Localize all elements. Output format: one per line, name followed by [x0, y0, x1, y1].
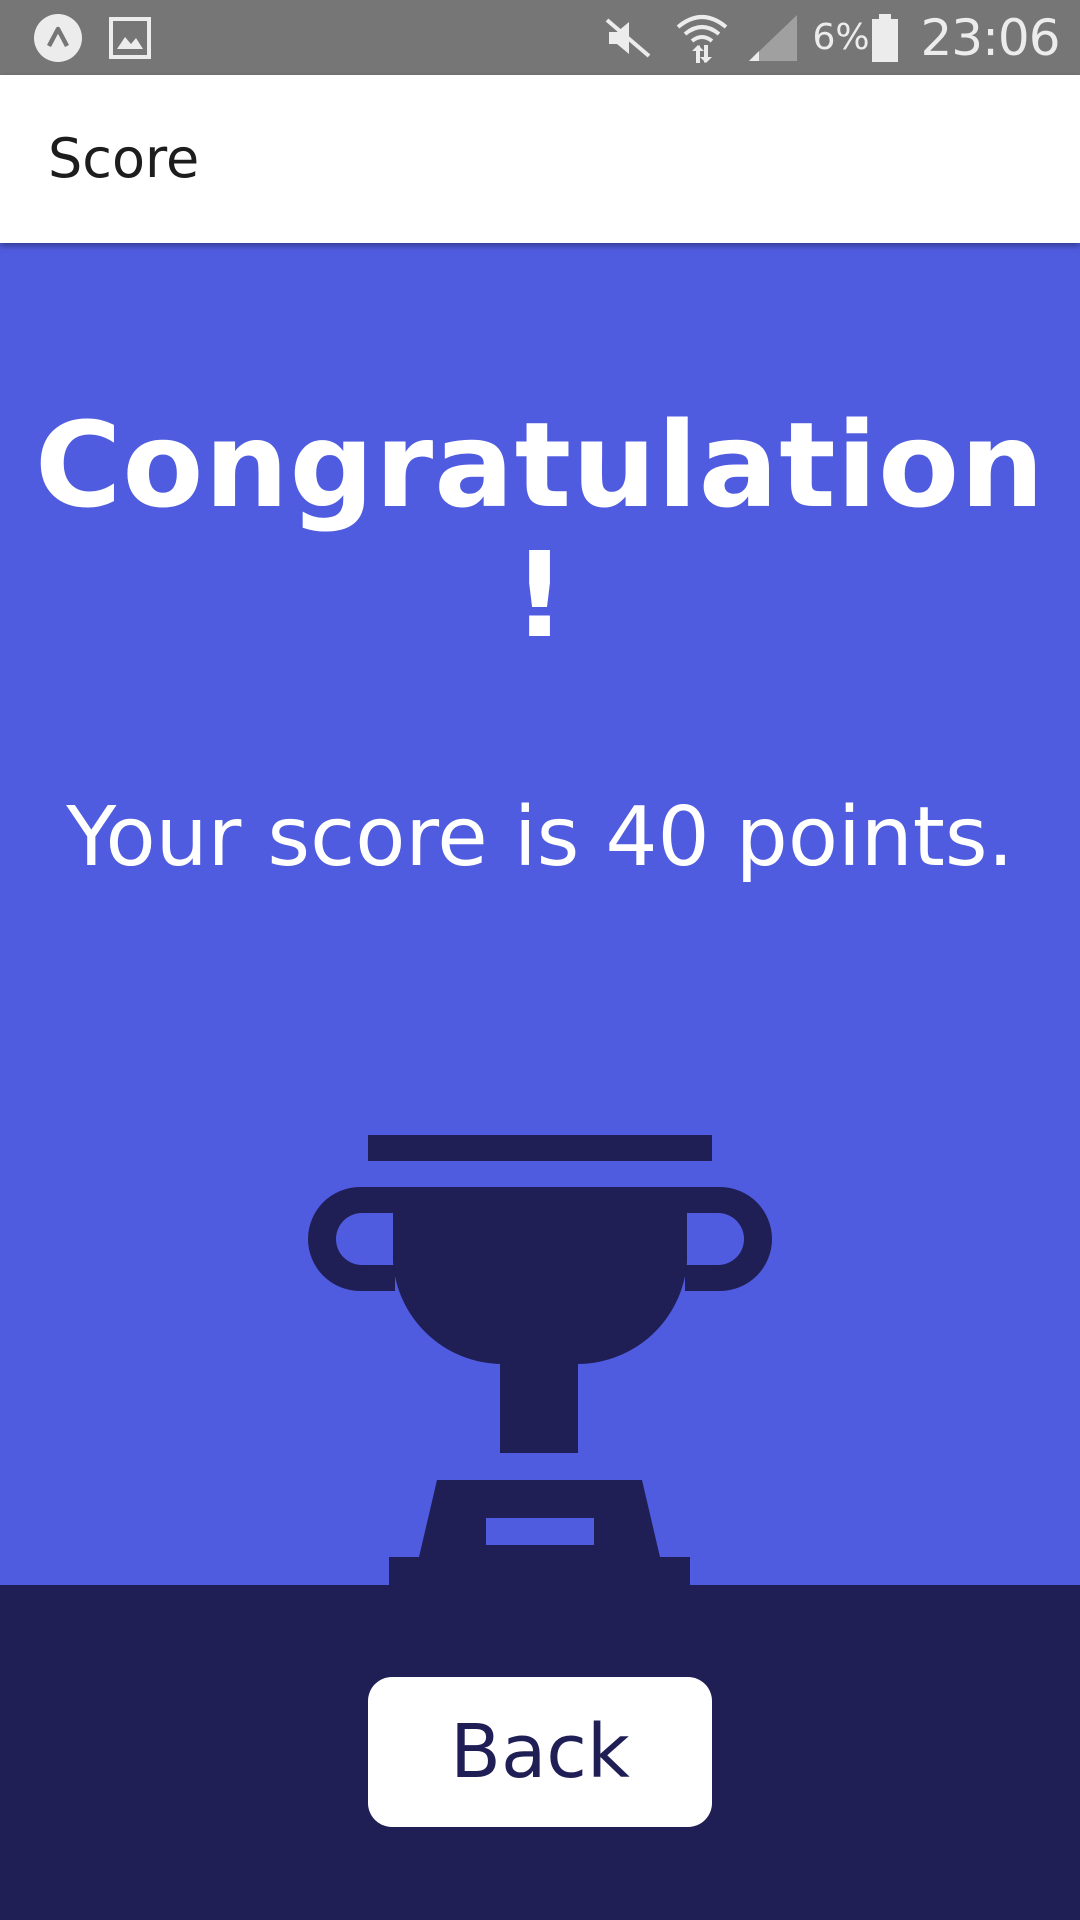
- congratulation-heading: Congratulation !: [34, 396, 1046, 664]
- app-bar: Score: [0, 75, 1080, 243]
- page-title: Score: [48, 127, 200, 190]
- wifi-icon: [672, 0, 732, 75]
- clock: 23:06: [920, 8, 1060, 67]
- mute-icon: [600, 0, 656, 75]
- score-message: Your score is 40 points.: [66, 790, 1014, 885]
- battery-icon: [868, 0, 902, 75]
- signal-icon: [745, 0, 801, 75]
- trophy-icon: [300, 1130, 780, 1590]
- gallery-icon: [106, 0, 154, 75]
- app-launcher-icon: [30, 0, 86, 75]
- battery-percent: 6%: [812, 17, 870, 58]
- back-button[interactable]: Back: [368, 1677, 712, 1827]
- status-bar: 6% 23:06: [0, 0, 1080, 75]
